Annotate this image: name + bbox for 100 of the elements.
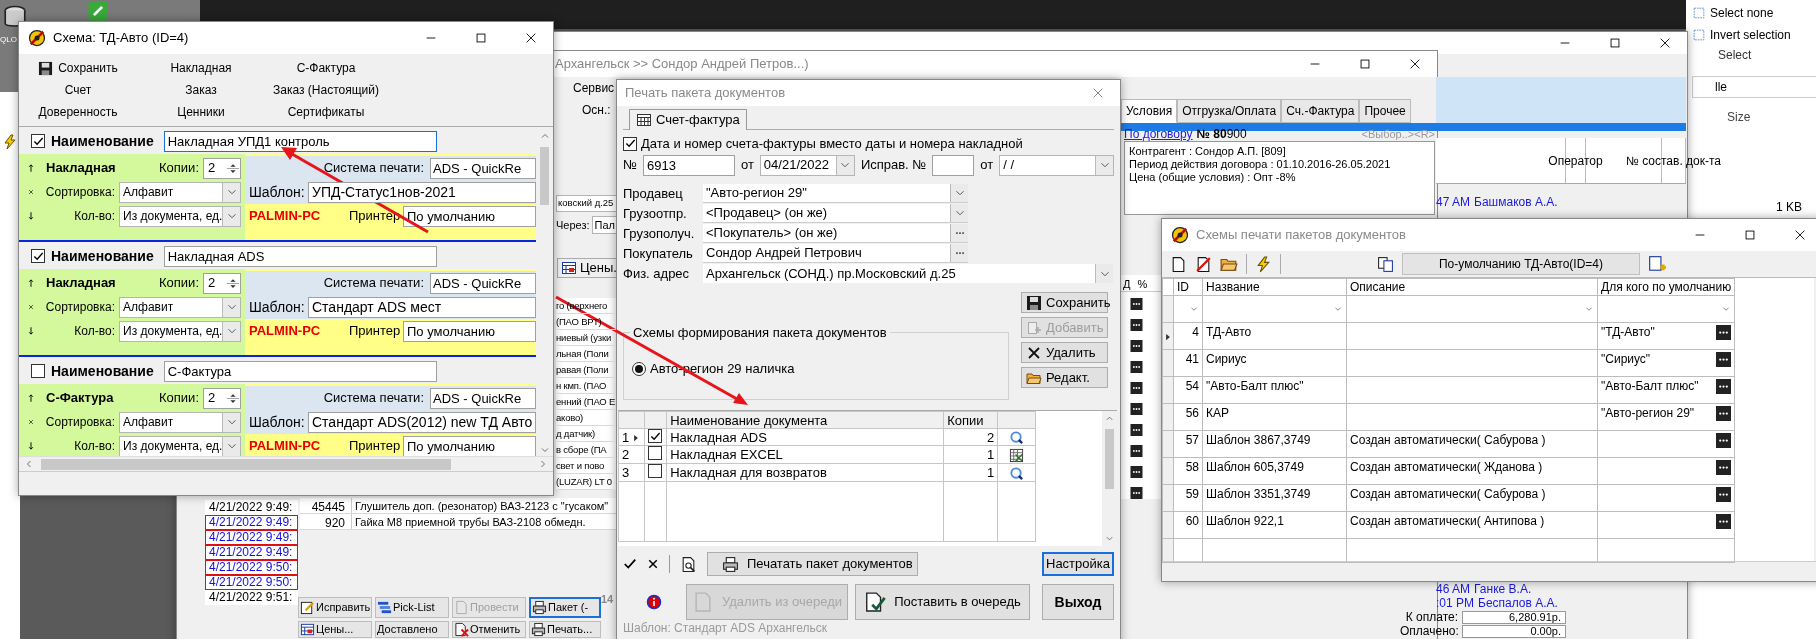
ribbon-command[interactable]: Invert selection bbox=[1692, 24, 1791, 46]
move-up-icon[interactable] bbox=[26, 276, 36, 290]
ellipsis-button[interactable] bbox=[1716, 514, 1732, 529]
sort-dropdown[interactable]: Алфавит bbox=[119, 411, 241, 433]
date-field[interactable]: 04/21/2022 bbox=[759, 154, 855, 176]
print-system-field[interactable]: ADS - QuickRe bbox=[430, 387, 536, 409]
search-field[interactable]: lle bbox=[1692, 76, 1816, 98]
action-button[interactable]: Печать... bbox=[529, 621, 601, 638]
ellipsis-button[interactable] bbox=[1716, 433, 1732, 448]
new-document-icon[interactable] bbox=[1170, 255, 1187, 273]
ellipsis-button[interactable] bbox=[1130, 319, 1143, 331]
quantity-dropdown[interactable]: Из документа, ед. bbox=[119, 435, 241, 456]
toolbar-button[interactable]: Накладная bbox=[170, 59, 232, 77]
checkbox[interactable] bbox=[31, 364, 45, 378]
action-button[interactable]: Пакет (- bbox=[529, 597, 601, 618]
printer-field[interactable]: По умолчанию bbox=[403, 205, 536, 227]
move-up-icon[interactable] bbox=[26, 161, 36, 175]
toolbar-button[interactable]: Заказ (Настоящий) bbox=[273, 81, 379, 99]
horizontal-scrollbar[interactable] bbox=[19, 456, 553, 471]
action-button[interactable]: Pick-List bbox=[375, 597, 449, 618]
delete-document-icon[interactable] bbox=[1195, 255, 1212, 273]
action-button[interactable]: Доставлено bbox=[375, 621, 449, 638]
name-field[interactable]: Накладная УПД1 контроль bbox=[163, 130, 437, 152]
magnifier-icon[interactable] bbox=[1009, 430, 1025, 446]
ellipsis-button[interactable] bbox=[1130, 466, 1143, 478]
prices-button[interactable]: Цены. bbox=[557, 258, 617, 278]
magnifier-icon[interactable] bbox=[1009, 465, 1025, 481]
tab[interactable]: Счет-фактура bbox=[629, 109, 747, 130]
number-field[interactable]: 6913 bbox=[642, 154, 735, 176]
checkbox[interactable] bbox=[31, 134, 45, 148]
quantity-dropdown[interactable]: Из документа, ед. bbox=[119, 205, 241, 227]
toolbar-button[interactable]: Заказ bbox=[185, 81, 217, 99]
vertical-scrollbar[interactable] bbox=[1102, 411, 1117, 546]
ellipsis-button[interactable] bbox=[1716, 352, 1732, 367]
printer-field[interactable]: По умолчанию bbox=[403, 435, 536, 456]
toolbar-button[interactable]: Доверенность bbox=[38, 103, 118, 121]
name-field[interactable]: Накладная ADS bbox=[163, 245, 437, 267]
print-system-field[interactable]: ADS - QuickRe bbox=[430, 272, 536, 294]
correction-date-field[interactable]: / / bbox=[999, 154, 1114, 176]
move-down-icon[interactable] bbox=[26, 209, 36, 223]
template-field[interactable]: УПД-Статус1нов-2021 bbox=[308, 181, 536, 203]
scrollbar-thumb[interactable] bbox=[1105, 428, 1114, 489]
ellipsis-button[interactable] bbox=[1716, 379, 1732, 394]
info-icon[interactable] bbox=[646, 594, 662, 610]
ellipsis-button[interactable] bbox=[1130, 424, 1143, 436]
sort-dropdown[interactable]: Алфавит bbox=[119, 296, 241, 318]
ellipsis-button[interactable] bbox=[1130, 487, 1143, 499]
printer-field[interactable]: По умолчанию bbox=[403, 320, 536, 342]
party-field[interactable]: Архангельск (СОНД.) пр.Московский д.25 bbox=[703, 264, 1113, 283]
print-button[interactable]: Печатать пакет документов bbox=[707, 552, 918, 576]
ellipsis-button[interactable] bbox=[1130, 445, 1143, 457]
party-field[interactable]: "Авто-регион 29" bbox=[703, 184, 968, 203]
side-button[interactable]: Удалить bbox=[1021, 342, 1108, 363]
add-document-icon[interactable] bbox=[1648, 255, 1666, 273]
checkbox[interactable] bbox=[623, 136, 637, 151]
name-field[interactable]: С-Фактура bbox=[163, 360, 437, 382]
party-field[interactable]: <Продавец> (он же) bbox=[703, 204, 968, 223]
copies-spinner[interactable]: 2 bbox=[203, 272, 241, 294]
toolbar-button[interactable]: Сертификаты bbox=[287, 103, 365, 121]
move-down-icon[interactable] bbox=[26, 324, 36, 338]
ellipsis-button[interactable] bbox=[1716, 487, 1732, 502]
sort-dropdown[interactable]: Алфавит bbox=[119, 181, 241, 203]
scrollbar-thumb[interactable] bbox=[540, 147, 549, 205]
side-button[interactable]: Редакт. bbox=[1021, 367, 1108, 388]
ellipsis-button[interactable] bbox=[1130, 382, 1143, 394]
ellipsis-button[interactable] bbox=[1130, 403, 1143, 415]
toolbar-button[interactable]: С-Фактура bbox=[296, 59, 356, 77]
lightning-icon[interactable] bbox=[1255, 255, 1272, 273]
cancel-icon[interactable] bbox=[647, 558, 659, 570]
queue-button[interactable]: Поставить в очередь bbox=[855, 584, 1030, 620]
checkbox[interactable] bbox=[31, 249, 45, 263]
tab[interactable]: Прочее bbox=[1359, 99, 1411, 123]
ellipsis-button[interactable] bbox=[1716, 325, 1732, 340]
party-field[interactable]: <Покупатель> (он же) bbox=[703, 224, 968, 243]
party-field[interactable]: Сондор Андрей Петрович bbox=[703, 244, 968, 263]
exit-button[interactable]: Выход bbox=[1042, 584, 1114, 620]
print-system-field[interactable]: ADS - QuickRe bbox=[430, 157, 536, 179]
ellipsis-button[interactable] bbox=[1716, 460, 1732, 475]
ribbon-command[interactable]: Select none bbox=[1692, 2, 1774, 24]
column-header[interactable]: Size bbox=[1727, 108, 1751, 128]
spreadsheet-icon[interactable] bbox=[1009, 447, 1025, 463]
copy-icon[interactable] bbox=[1377, 255, 1394, 273]
checkbox[interactable] bbox=[648, 464, 663, 479]
ellipsis-button[interactable] bbox=[1716, 406, 1732, 421]
checkbox[interactable] bbox=[648, 429, 663, 444]
address-field[interactable]: ковский д.25 bbox=[556, 195, 617, 212]
correction-number-field[interactable] bbox=[932, 154, 975, 176]
ellipsis-button[interactable] bbox=[1130, 340, 1143, 352]
checkbox[interactable] bbox=[648, 446, 663, 461]
check-mark-icon[interactable] bbox=[623, 557, 637, 571]
toolbar-button[interactable]: Ценники bbox=[177, 103, 225, 121]
settings-button[interactable]: Настройка bbox=[1042, 552, 1114, 576]
quantity-dropdown[interactable]: Из документа, ед. bbox=[119, 320, 241, 342]
action-button[interactable]: Отменить bbox=[452, 621, 526, 638]
move-up-icon[interactable] bbox=[26, 391, 36, 405]
default-scheme-button[interactable]: По-умолчанию ТД-Авто(ID=4) bbox=[1402, 253, 1640, 275]
print-preview-icon[interactable] bbox=[680, 555, 697, 573]
lightning-icon[interactable] bbox=[2, 132, 18, 151]
action-button[interactable]: Исправить bbox=[298, 597, 372, 618]
scrollbar-thumb[interactable] bbox=[41, 458, 451, 470]
